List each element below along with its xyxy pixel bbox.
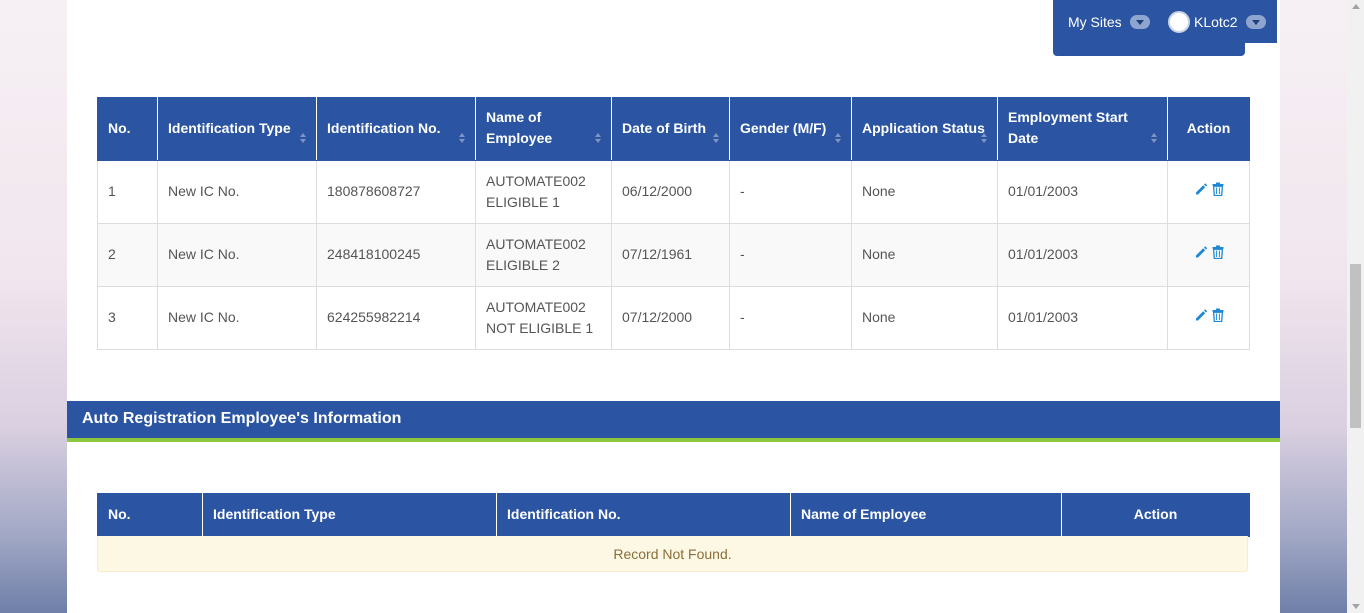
cell-employment-start-date: 01/01/2003	[997, 159, 1168, 224]
my-sites-label: My Sites	[1068, 14, 1122, 30]
cell-name-of-employee: AUTOMATE002 ELIGIBLE 1	[475, 159, 612, 224]
employee-table: No. Identification Type Identification No.…	[97, 97, 1250, 350]
col-header-identification-no[interactable]: Identification No.	[316, 97, 476, 161]
vertical-scrollbar[interactable]	[1347, 0, 1364, 613]
user-bar-tab	[1053, 43, 1245, 56]
scroll-up-arrow[interactable]	[1352, 4, 1360, 9]
col-header-identification-no: Identification No.	[496, 493, 791, 537]
col-header-action: Action	[1061, 493, 1250, 537]
cell-no: 2	[97, 222, 158, 287]
sort-icon[interactable]	[835, 133, 843, 145]
col-header-label: Employment Start Date	[1008, 109, 1128, 147]
sort-icon[interactable]	[300, 133, 308, 145]
cell-identification-type: New IC No.	[157, 222, 317, 287]
col-header-no: No.	[97, 493, 203, 537]
cell-action	[1167, 285, 1250, 350]
col-header-action: Action	[1167, 97, 1250, 161]
col-header-name-of-employee[interactable]: Name of Employee	[475, 97, 612, 161]
col-header-no: No.	[97, 97, 158, 161]
col-header-identification-type[interactable]: Identification Type	[157, 97, 317, 161]
cell-action	[1167, 159, 1250, 224]
section-divider	[67, 438, 1280, 442]
empty-state-message: Record Not Found.	[97, 536, 1248, 572]
col-header-label: Date of Birth	[622, 119, 706, 136]
col-header-date-of-birth[interactable]: Date of Birth	[611, 97, 730, 161]
cell-date-of-birth: 07/12/2000	[611, 285, 730, 350]
cell-name-of-employee: AUTOMATE002 NOT ELIGIBLE 1	[475, 285, 612, 350]
auto-registration-table: No. Identification Type Identification N…	[97, 493, 1250, 537]
trash-icon[interactable]	[1212, 307, 1224, 328]
cell-identification-no: 248418100245	[316, 222, 476, 287]
trash-icon[interactable]	[1212, 181, 1224, 202]
col-header-name-of-employee: Name of Employee	[790, 493, 1062, 537]
cell-identification-no: 180878608727	[316, 159, 476, 224]
cell-gender: -	[729, 222, 852, 287]
cell-date-of-birth: 06/12/2000	[611, 159, 730, 224]
col-header-employment-start-date[interactable]: Employment Start Date	[997, 97, 1168, 161]
table-row: 1 New IC No. 180878608727 AUTOMATE002 ELIGI…	[97, 159, 1250, 224]
table-header-row: No. Identification Type Identification No.…	[97, 97, 1250, 161]
pencil-icon[interactable]	[1194, 244, 1208, 265]
scroll-thumb[interactable]	[1350, 264, 1361, 428]
pencil-icon[interactable]	[1194, 181, 1208, 202]
cell-date-of-birth: 07/12/1961	[611, 222, 730, 287]
pencil-icon[interactable]	[1194, 307, 1208, 328]
col-header-label: No.	[108, 119, 131, 136]
col-header-identification-type: Identification Type	[202, 493, 497, 537]
col-header-label: Application Status	[862, 119, 985, 136]
cell-identification-no: 624255982214	[316, 285, 476, 350]
cell-application-status: None	[851, 159, 998, 224]
cell-no: 3	[97, 285, 158, 350]
col-header-label: Identification Type	[168, 119, 291, 136]
col-header-gender[interactable]: Gender (M/F)	[729, 97, 852, 161]
user-menu[interactable]: KLotc2	[1168, 11, 1266, 33]
table-row: 2 New IC No. 248418100245 AUTOMATE002 ELIGI…	[97, 222, 1250, 287]
username-label: KLotc2	[1194, 14, 1238, 30]
cell-action	[1167, 222, 1250, 287]
sort-icon[interactable]	[595, 133, 603, 145]
cell-gender: -	[729, 159, 852, 224]
sort-icon[interactable]	[713, 133, 721, 145]
table-row: 3 New IC No. 624255982214 AUTOMATE002 NOT E…	[97, 285, 1250, 350]
cell-employment-start-date: 01/01/2003	[997, 285, 1168, 350]
col-header-label: Identification No.	[327, 119, 441, 136]
cell-application-status: None	[851, 285, 998, 350]
trash-icon[interactable]	[1212, 244, 1224, 265]
chevron-down-icon[interactable]	[1129, 15, 1150, 29]
cell-employment-start-date: 01/01/2003	[997, 222, 1168, 287]
cell-gender: -	[729, 285, 852, 350]
cell-no: 1	[97, 159, 158, 224]
cell-name-of-employee: AUTOMATE002 ELIGIBLE 2	[475, 222, 612, 287]
col-header-label: Action	[1186, 119, 1231, 136]
table-header-row: No. Identification Type Identification N…	[97, 493, 1250, 537]
col-header-label: Name of Employee	[486, 109, 553, 147]
scroll-down-arrow[interactable]	[1352, 604, 1360, 609]
user-bar: My Sites KLotc2	[1053, 0, 1277, 43]
col-header-label: Gender (M/F)	[740, 119, 827, 136]
cell-identification-type: New IC No.	[157, 285, 317, 350]
col-header-application-status[interactable]: Application Status	[851, 97, 998, 161]
sort-icon[interactable]	[981, 133, 989, 145]
sort-icon[interactable]	[1151, 133, 1159, 145]
avatar	[1168, 11, 1190, 33]
my-sites-menu[interactable]: My Sites	[1068, 12, 1150, 32]
cell-identification-type: New IC No.	[157, 159, 317, 224]
chevron-down-icon[interactable]	[1245, 15, 1266, 29]
section-title: Auto Registration Employee's Information	[67, 401, 1280, 438]
cell-application-status: None	[851, 222, 998, 287]
sort-icon[interactable]	[459, 133, 467, 145]
